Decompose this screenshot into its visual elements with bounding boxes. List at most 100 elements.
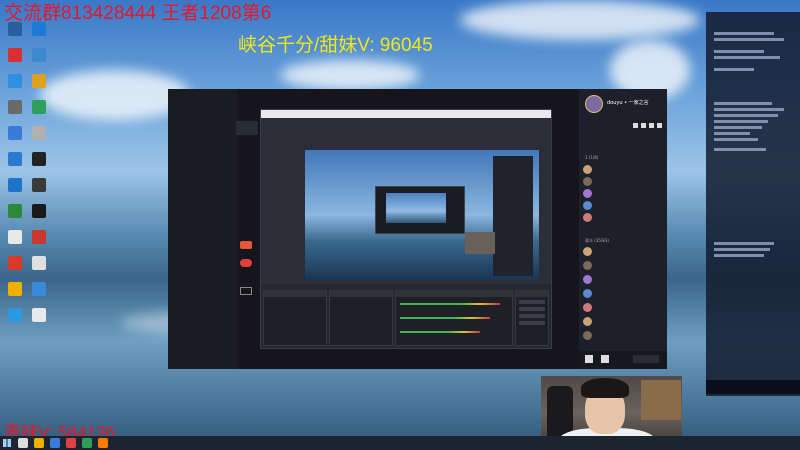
desktop-shortcut-icon[interactable] xyxy=(2,74,28,89)
app-icon xyxy=(8,282,22,296)
desktop-shortcut-icon[interactable] xyxy=(26,282,52,297)
desktop-shortcut-icon[interactable] xyxy=(26,230,52,245)
desktop-shortcut-icon[interactable] xyxy=(2,48,28,63)
app-icon xyxy=(32,256,46,270)
chat-user-row[interactable] xyxy=(583,201,665,213)
desktop-shortcut-icon[interactable] xyxy=(2,152,28,167)
audio-mixer-panel[interactable] xyxy=(395,290,513,346)
chat-user-row[interactable] xyxy=(583,331,665,343)
desktop-shortcut-icon[interactable] xyxy=(2,204,28,219)
desktop-shortcut-icon[interactable] xyxy=(26,308,52,323)
desktop-shortcut-icon[interactable] xyxy=(26,126,52,141)
taskbar xyxy=(0,436,800,450)
desktop-shortcut-icon[interactable] xyxy=(26,204,52,219)
taskbar-app-icon[interactable] xyxy=(66,438,76,448)
audio-meter xyxy=(400,331,480,333)
cloud xyxy=(460,0,700,40)
controls-panel[interactable] xyxy=(515,290,549,346)
obs-studio-window[interactable] xyxy=(260,109,552,349)
app-sidebar xyxy=(168,89,258,369)
settings-icon[interactable] xyxy=(240,287,252,295)
app-icon xyxy=(8,126,22,140)
desktop-shortcut-icon[interactable] xyxy=(2,178,28,193)
app-icon xyxy=(8,308,22,322)
taskbar-app-icon[interactable] xyxy=(34,438,44,448)
chat-input[interactable] xyxy=(633,355,659,363)
danmu-bottom-bar xyxy=(706,380,800,394)
avatar xyxy=(583,261,592,270)
desktop-shortcut-icon[interactable] xyxy=(26,100,52,115)
start-recording-button[interactable] xyxy=(519,307,545,311)
settings-button[interactable] xyxy=(519,321,545,325)
search-icon[interactable] xyxy=(18,438,28,448)
app-icon xyxy=(32,152,46,166)
avatar xyxy=(583,247,592,256)
avatar xyxy=(583,165,592,174)
chat-user-row[interactable] xyxy=(583,213,665,225)
app-icon xyxy=(32,282,46,296)
obs-title-bar xyxy=(261,110,551,118)
section-guard: 观众 (35/83) xyxy=(585,238,609,243)
studio-mode-button[interactable] xyxy=(519,314,545,318)
chat-user-row[interactable] xyxy=(583,165,665,177)
app-icon xyxy=(8,100,22,114)
cloud xyxy=(280,60,420,90)
desktop-shortcut-icon[interactable] xyxy=(26,74,52,89)
taskbar-app-icon[interactable] xyxy=(82,438,92,448)
menu-icon[interactable] xyxy=(657,123,662,128)
danmu-message xyxy=(714,38,784,41)
start-streaming-button[interactable] xyxy=(519,300,545,304)
record-icon[interactable] xyxy=(240,241,252,249)
app-icon xyxy=(8,178,22,192)
gift-icon[interactable] xyxy=(601,355,609,363)
user-icon[interactable] xyxy=(633,123,638,128)
chat-user-row[interactable] xyxy=(583,303,665,315)
danmu-panel xyxy=(706,12,800,396)
danmu-message xyxy=(714,50,764,53)
chat-user-row[interactable] xyxy=(583,177,665,189)
desktop-shortcut-icon[interactable] xyxy=(26,256,52,271)
obs-preview[interactable] xyxy=(305,150,539,280)
settings-icon[interactable] xyxy=(649,123,654,128)
streamer-name: douyu • 一家之言 xyxy=(607,100,649,106)
chat-user-row[interactable] xyxy=(583,261,665,273)
scenes-panel[interactable] xyxy=(263,290,327,346)
desktop-shortcut-icon[interactable] xyxy=(2,126,28,141)
avatar xyxy=(583,303,592,312)
camera-icon[interactable] xyxy=(641,123,646,128)
desktop-shortcut-icon[interactable] xyxy=(2,308,28,323)
chat-user-row[interactable] xyxy=(583,289,665,301)
desktop-shortcut-icon[interactable] xyxy=(2,256,28,271)
chat-footer xyxy=(579,351,667,369)
avatar[interactable] xyxy=(585,95,603,113)
sources-panel[interactable] xyxy=(329,290,393,346)
sources-header xyxy=(330,291,392,297)
shelf xyxy=(641,380,681,420)
danmu-message xyxy=(714,138,758,141)
danmu-message xyxy=(714,56,780,59)
live-icon[interactable] xyxy=(240,259,252,267)
windows-start-icon[interactable] xyxy=(3,439,11,447)
taskbar-app-icon[interactable] xyxy=(50,438,60,448)
desktop-shortcut-icon[interactable] xyxy=(2,230,28,245)
danmu-message xyxy=(714,254,764,257)
nested-capture xyxy=(375,186,465,234)
app-icon xyxy=(32,308,46,322)
desktop-shortcut-icon[interactable] xyxy=(2,282,28,297)
chat-icon[interactable] xyxy=(585,355,593,363)
desktop-shortcut-icon[interactable] xyxy=(26,152,52,167)
taskbar-app-icon[interactable] xyxy=(98,438,108,448)
avatar xyxy=(583,331,592,340)
desktop-shortcut-icon[interactable] xyxy=(26,48,52,63)
obs-dock-panels xyxy=(261,284,551,348)
controls-header xyxy=(516,291,548,297)
desktop-shortcut-icon[interactable] xyxy=(2,100,28,115)
chat-user-row[interactable] xyxy=(583,189,665,201)
chat-user-row[interactable] xyxy=(583,247,665,259)
desktop-shortcut-icon[interactable] xyxy=(26,178,52,193)
chat-user-row[interactable] xyxy=(583,317,665,329)
sidebar-tab[interactable] xyxy=(236,121,258,135)
app-icon xyxy=(32,230,46,244)
chat-user-row[interactable] xyxy=(583,275,665,287)
avatar xyxy=(583,213,592,222)
